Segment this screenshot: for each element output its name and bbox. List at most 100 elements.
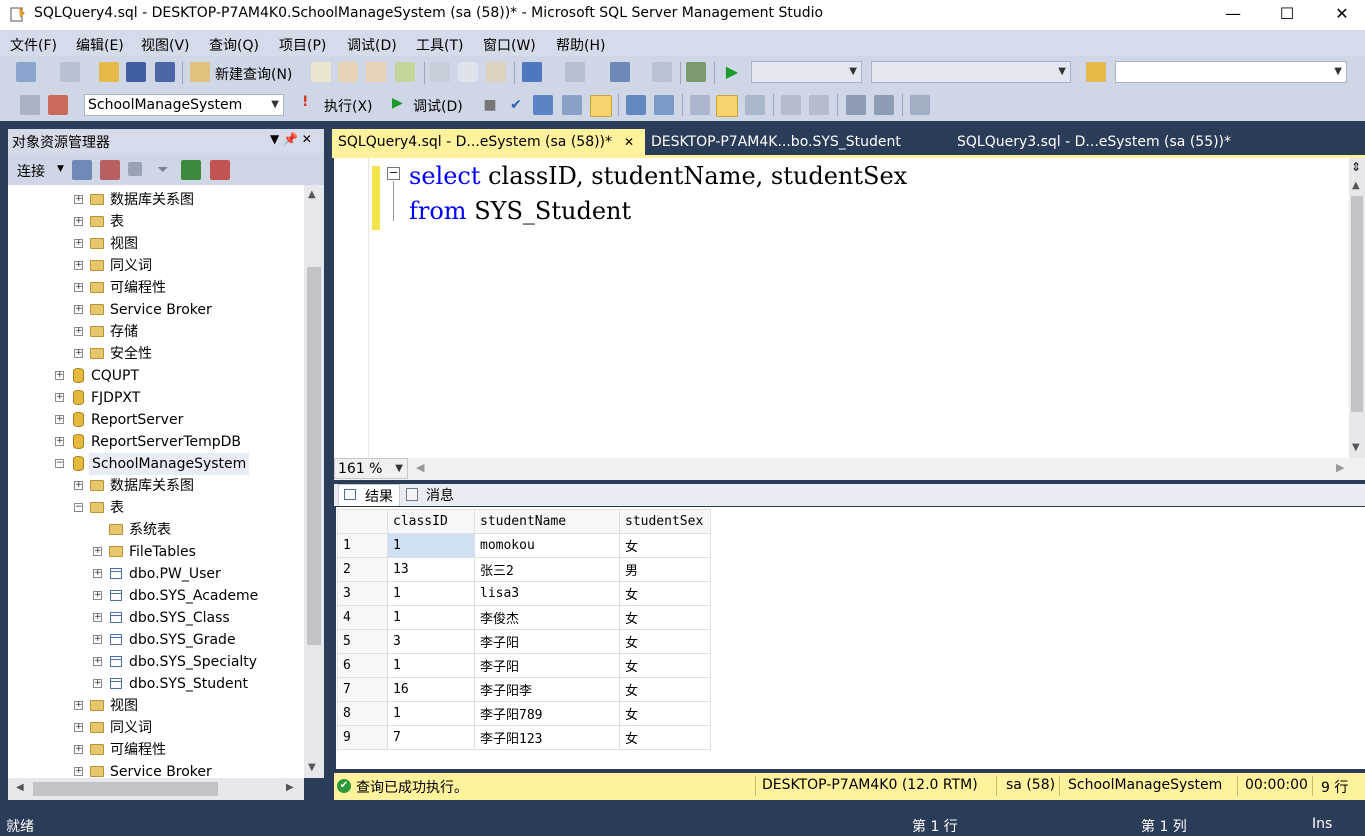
grid-cell[interactable]: 16 (387, 677, 475, 702)
expand-icon[interactable]: + (74, 305, 83, 314)
solution-config-select[interactable]: ▼ (751, 61, 862, 83)
grid-cell[interactable]: 李俊杰 (474, 605, 620, 630)
scroll-up-icon[interactable]: ▲ (308, 189, 316, 200)
expand-icon[interactable]: + (74, 701, 83, 710)
results-to-file-icon[interactable] (745, 95, 765, 115)
tree-node-table[interactable]: + dbo.SYS_Class (8, 607, 304, 629)
grid-cell[interactable]: 13 (387, 557, 475, 582)
grid-cell[interactable]: 女 (619, 725, 711, 750)
expand-icon[interactable]: + (93, 613, 102, 622)
scroll-left-icon[interactable]: ◀ (16, 782, 24, 793)
menu-help[interactable]: 帮助(H) (556, 35, 605, 55)
display-plan-icon[interactable] (533, 95, 553, 115)
object-explorer-vertical-scrollbar[interactable]: ▲ ▼ (304, 185, 324, 778)
menu-query[interactable]: 查询(Q) (209, 35, 259, 55)
grid-cell[interactable]: 女 (619, 677, 711, 702)
editor-vertical-scrollbar[interactable]: ⇕ ▲ ▼ (1349, 158, 1365, 458)
expand-icon[interactable]: + (93, 547, 102, 556)
tree-node[interactable]: + 视图 (8, 695, 304, 717)
expand-icon[interactable]: + (55, 437, 64, 446)
row-number[interactable]: 8 (337, 701, 388, 726)
expand-icon[interactable]: + (74, 327, 83, 336)
row-number[interactable]: 1 (337, 533, 388, 558)
expand-icon[interactable]: + (55, 393, 64, 402)
copy-icon[interactable] (458, 62, 478, 82)
comment-icon[interactable] (781, 95, 801, 115)
row-number[interactable]: 9 (337, 725, 388, 750)
execute-button[interactable]: 执行(X) (324, 96, 373, 116)
analysis-query-icon[interactable] (338, 62, 358, 82)
row-number[interactable]: 5 (337, 629, 388, 654)
grid-cell[interactable]: lisa3 (474, 581, 620, 606)
tree-node-table[interactable]: + dbo.SYS_Academe (8, 585, 304, 607)
debug-button[interactable]: 调试(D) (413, 96, 463, 116)
parse-icon[interactable]: ✔ (506, 95, 526, 115)
new-project-icon[interactable] (16, 62, 36, 82)
tree-node[interactable]: + FileTables (8, 541, 304, 563)
expand-icon[interactable]: + (74, 195, 83, 204)
scroll-left-icon[interactable]: ◀ (416, 461, 424, 474)
expand-icon[interactable]: + (55, 371, 64, 380)
connect-icon[interactable] (20, 95, 40, 115)
grid-cell[interactable]: 女 (619, 605, 711, 630)
grid-cell[interactable]: 女 (619, 653, 711, 678)
include-plan-icon[interactable] (626, 95, 646, 115)
grid-cell[interactable]: 7 (387, 725, 475, 750)
tree-node-table[interactable]: + dbo.SYS_Student (8, 673, 304, 695)
row-number[interactable]: 6 (337, 653, 388, 678)
expand-icon[interactable]: + (74, 349, 83, 358)
table-row[interactable]: 3 1 lisa3 女 (337, 581, 711, 606)
stop-icon[interactable] (128, 162, 142, 176)
column-header[interactable]: studentSex (619, 509, 711, 534)
decrease-indent-icon[interactable] (846, 95, 866, 115)
table-row[interactable]: 7 16 李子阳李女 (337, 677, 711, 702)
column-header[interactable]: studentName (474, 509, 620, 534)
tree-node[interactable]: 系统表 (8, 519, 304, 541)
scroll-up-icon[interactable]: ▲ (1352, 180, 1360, 191)
grid-cell[interactable]: 女 (619, 701, 711, 726)
grid-cell[interactable]: 女 (619, 629, 711, 654)
tab-results[interactable]: 结果 (338, 484, 400, 506)
grid-cell[interactable]: 1 (387, 605, 475, 630)
solution-icon[interactable] (652, 62, 672, 82)
find-combo[interactable]: ▼ (1115, 61, 1347, 83)
grid-cell[interactable]: 李子阳 (474, 629, 620, 654)
solution-platform-select[interactable]: ▼ (871, 61, 1071, 83)
menu-debug[interactable]: 调试(D) (347, 35, 397, 55)
grid-cell[interactable]: 1 (387, 653, 475, 678)
tab-sys-student[interactable]: DESKTOP-P7AM4K...bo.SYS_Student (651, 129, 941, 155)
new-query-button[interactable]: 新建查询(N) (215, 64, 292, 84)
tree-node[interactable]: + 可编程性 (8, 277, 304, 299)
table-row[interactable]: 6 1 李子阳女 (337, 653, 711, 678)
row-number[interactable]: 7 (337, 677, 388, 702)
tree-node-table[interactable]: + dbo.SYS_Specialty (8, 651, 304, 673)
expand-icon[interactable]: + (93, 657, 102, 666)
expand-icon[interactable]: + (93, 635, 102, 644)
available-databases-select[interactable]: SchoolManageSystem ▼ (84, 94, 284, 116)
xmla-query-icon[interactable] (395, 62, 415, 82)
expand-icon[interactable]: + (93, 569, 102, 578)
expand-icon[interactable]: + (74, 481, 83, 490)
grid-cell[interactable]: 李子阳 (474, 653, 620, 678)
row-number[interactable]: 4 (337, 605, 388, 630)
results-grid[interactable]: classID studentName studentSex 1 1 momokou… (337, 509, 711, 750)
grid-cell[interactable]: 李子阳123 (474, 725, 620, 750)
find-in-files-icon[interactable] (1086, 62, 1106, 82)
minimize-button[interactable]: — (1210, 0, 1256, 30)
client-statistics-icon[interactable] (654, 95, 674, 115)
grid-cell[interactable]: 1 (387, 701, 475, 726)
results-to-grid-icon[interactable] (590, 95, 612, 117)
new-query-icon[interactable] (190, 62, 210, 82)
menu-window[interactable]: 窗口(W) (483, 35, 536, 55)
tree-node-database[interactable]: + ReportServer (8, 409, 304, 431)
split-icon[interactable]: ⇕ (1351, 160, 1361, 174)
navigate-icon[interactable] (610, 62, 630, 82)
scrollbar-thumb[interactable] (33, 782, 218, 796)
tree-node[interactable]: + 可编程性 (8, 739, 304, 761)
tree-node[interactable]: + 同义词 (8, 255, 304, 277)
chevron-down-icon[interactable]: ▼ (57, 164, 64, 174)
scrollbar-thumb[interactable] (307, 267, 321, 645)
paste-icon[interactable] (486, 62, 506, 82)
tree-node-table[interactable]: + dbo.SYS_Grade (8, 629, 304, 651)
menu-view[interactable]: 视图(V) (141, 35, 190, 55)
